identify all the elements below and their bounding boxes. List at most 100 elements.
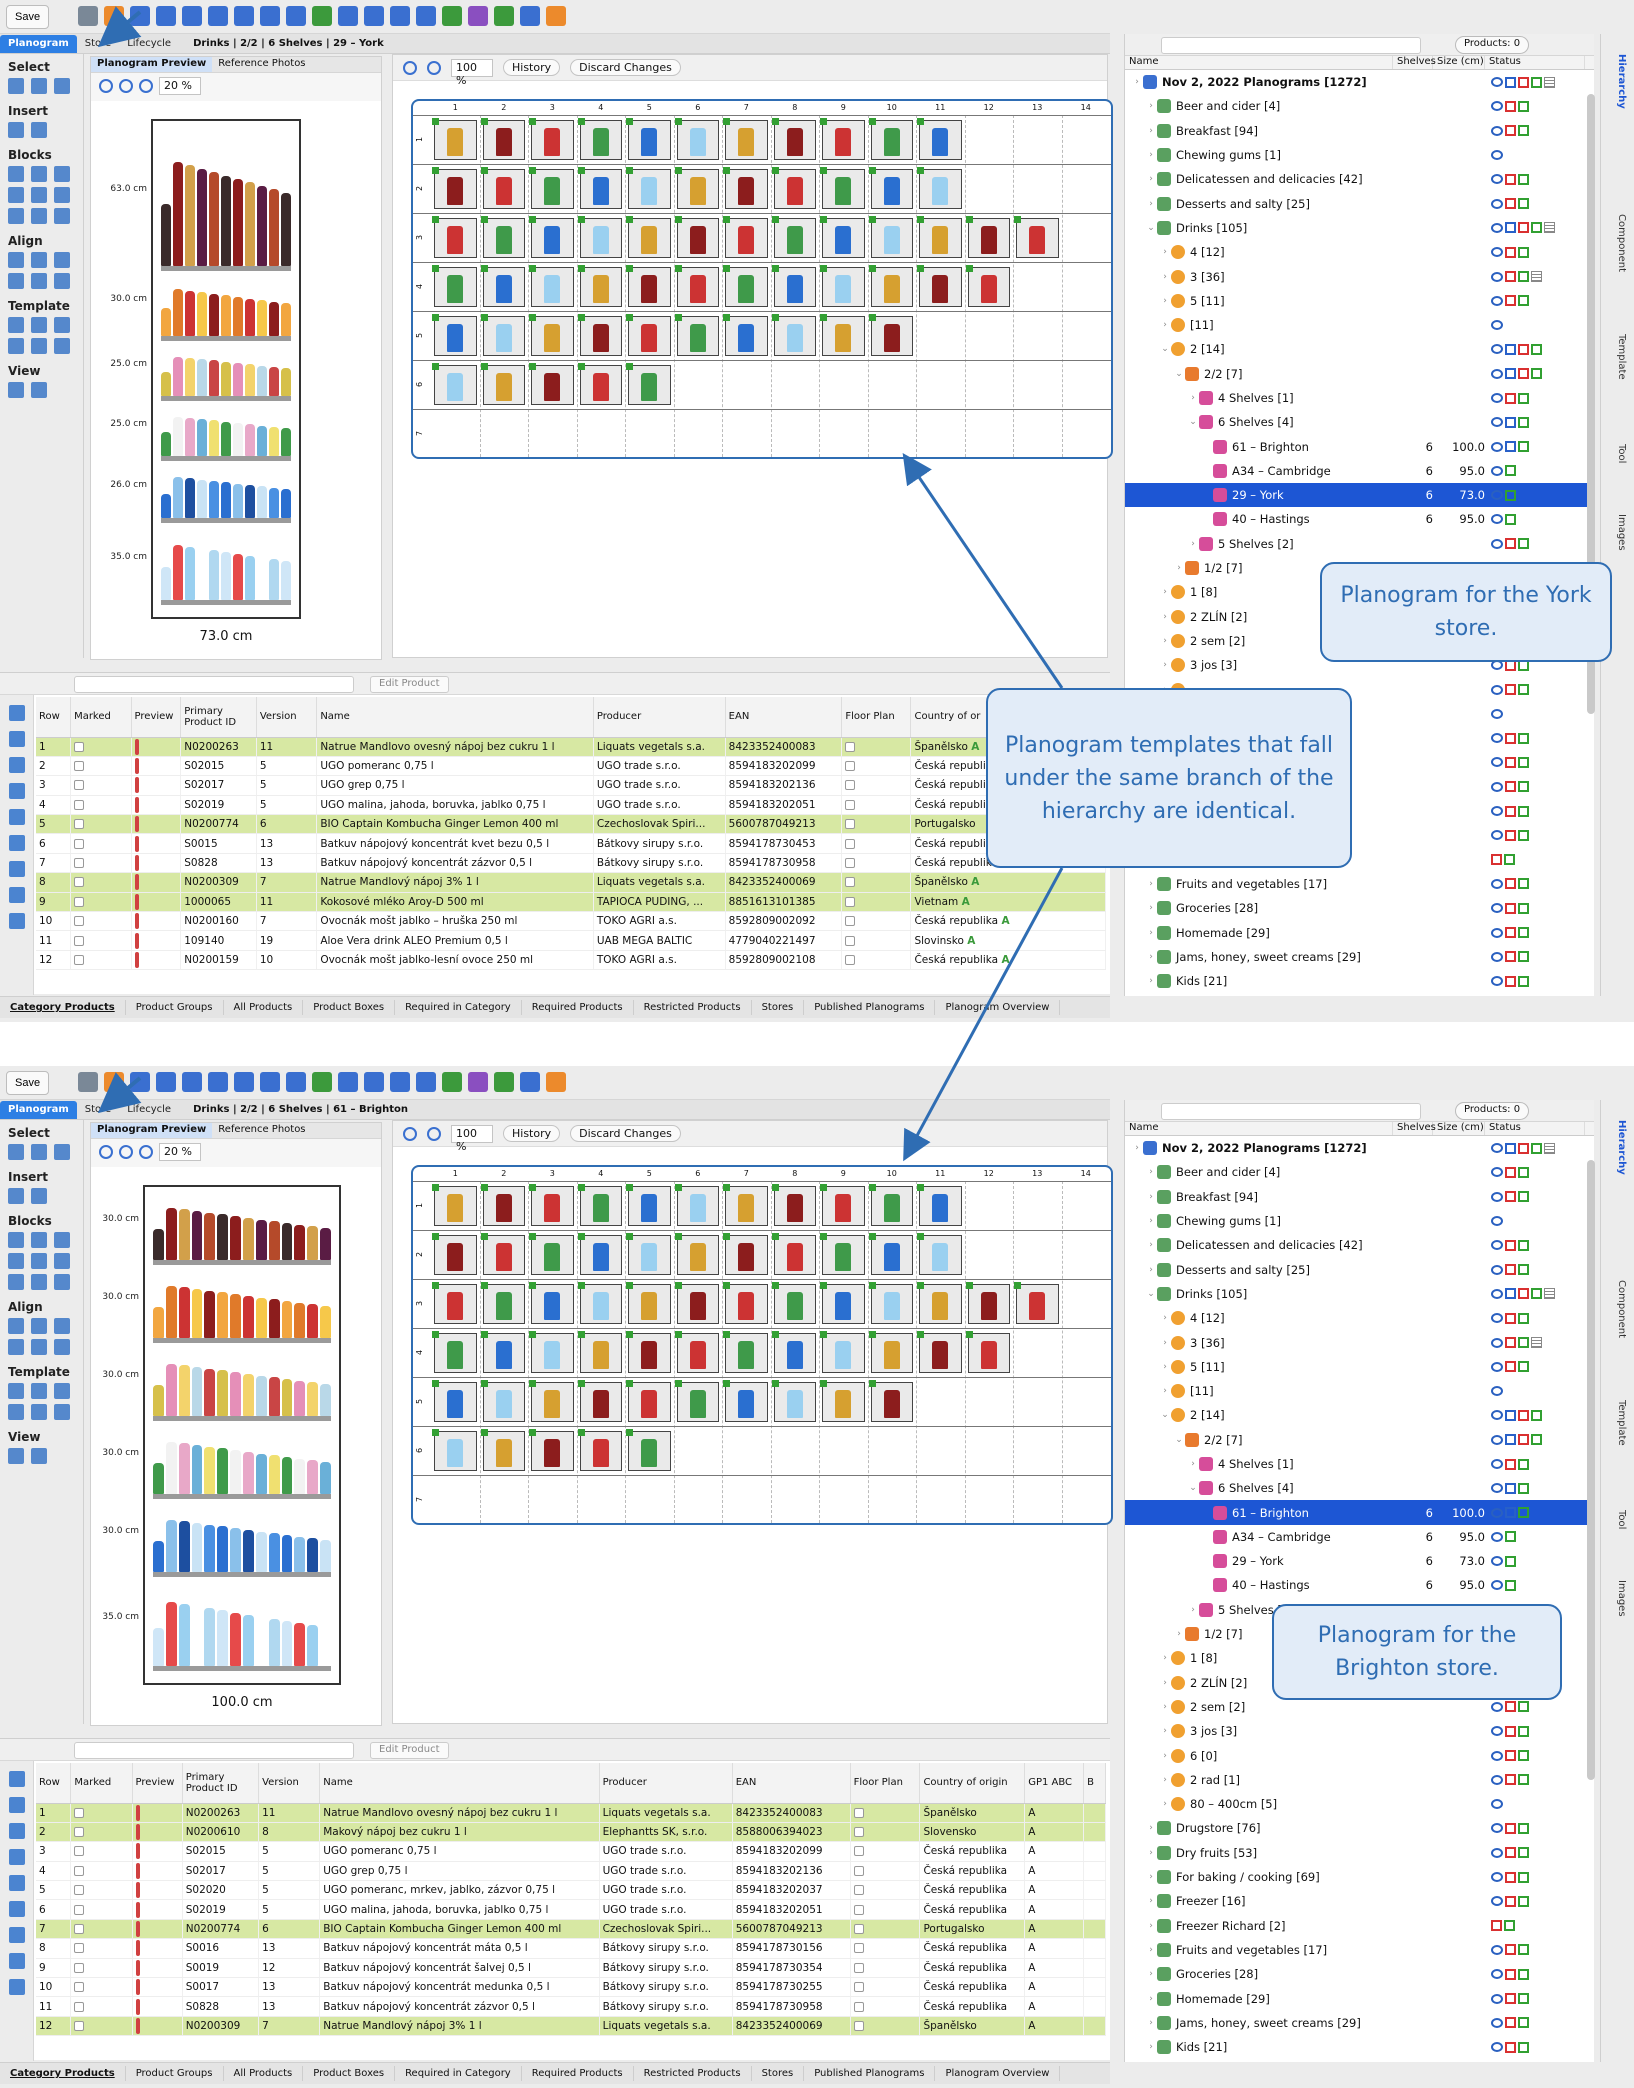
- toolbar-tool-icon[interactable]: [390, 6, 410, 26]
- floorplan-cell[interactable]: [850, 1803, 921, 1823]
- tab-planogram-preview[interactable]: Planogram Preview: [91, 1123, 213, 1138]
- floorplan-checkbox[interactable]: [853, 1865, 864, 1876]
- chevron-right-icon[interactable]: ›: [1159, 1751, 1171, 1761]
- bottom-tab[interactable]: Required in Category: [395, 2066, 522, 2081]
- products-column-header[interactable]: EAN: [732, 1763, 851, 1804]
- palette-select-tool-icon[interactable]: [54, 78, 70, 94]
- chevron-right-icon[interactable]: ›: [1145, 101, 1157, 111]
- floorplan-cell[interactable]: [850, 2016, 921, 2037]
- products-column-header[interactable]: B: [1083, 1763, 1106, 1804]
- palette-view-tool-icon[interactable]: [8, 382, 24, 398]
- tree-node[interactable]: › 80 – 400cm [5]: [1125, 1792, 1594, 1816]
- marked-checkbox[interactable]: [74, 799, 85, 810]
- marked-checkbox[interactable]: [74, 858, 85, 869]
- floorplan-cell[interactable]: [850, 1919, 921, 1940]
- chevron-down-icon[interactable]: ⌄: [1173, 369, 1185, 379]
- grid-product-slot[interactable]: [822, 316, 865, 356]
- grid-product-slot[interactable]: [579, 1186, 622, 1226]
- tab-lifecycle[interactable]: Lifecycle: [119, 1101, 179, 1119]
- chevron-down-icon[interactable]: ⌄: [1173, 1435, 1185, 1445]
- table-row[interactable]: 9 1000065 11 Kokosové mléko Aroy-D 500 ml TA…: [36, 892, 1106, 913]
- grid-product-slot[interactable]: [482, 267, 525, 307]
- table-row[interactable]: 11 S0828 13 Batkuv nápojový koncentrát zázv…: [36, 1996, 1106, 2017]
- palette-blocks-tool-icon[interactable]: [54, 166, 70, 182]
- palette-blocks-tool-icon[interactable]: [31, 187, 47, 203]
- product-side-tool-icon[interactable]: [8, 1875, 25, 1891]
- palette-insert-tool-icon[interactable]: [8, 122, 24, 138]
- editor-zoom-out-icon[interactable]: [427, 60, 441, 75]
- chevron-right-icon[interactable]: ›: [1173, 563, 1185, 573]
- grid-product-slot[interactable]: [725, 1284, 768, 1324]
- chevron-right-icon[interactable]: ›: [1145, 1192, 1157, 1202]
- grid-product-slot[interactable]: [531, 169, 574, 209]
- toolbar-tool-icon[interactable]: [468, 6, 488, 26]
- tree-node[interactable]: › Freezer [16]: [1125, 1889, 1594, 1913]
- tree-node[interactable]: › Desserts and salty [25]: [1125, 191, 1594, 215]
- palette-template-tool-icon[interactable]: [54, 1404, 70, 1420]
- chevron-right-icon[interactable]: ›: [1159, 1653, 1171, 1663]
- tree-node[interactable]: › Nov 2, 2022 Planograms [1272]: [1125, 70, 1594, 94]
- preview-zoom-field[interactable]: 20 %: [159, 1143, 201, 1161]
- tree-node[interactable]: › Homemade [29]: [1125, 920, 1594, 944]
- tree-node[interactable]: › Homemade [29]: [1125, 1986, 1594, 2010]
- hierarchy-column-header[interactable]: Size (cm): [1433, 1122, 1485, 1135]
- chevron-right-icon[interactable]: ›: [1145, 879, 1157, 889]
- grid-product-slot[interactable]: [531, 1333, 574, 1373]
- grid-product-slot[interactable]: [919, 1186, 962, 1226]
- discard-changes-button[interactable]: Discard Changes: [570, 1125, 681, 1142]
- table-row[interactable]: 1 N0200263 11 Natrue Mandlovo ovesný nápoj …: [36, 737, 1106, 757]
- products-column-header[interactable]: Preview: [131, 697, 182, 738]
- grid-product-slot[interactable]: [919, 1333, 962, 1373]
- grid-product-slot[interactable]: [822, 218, 865, 258]
- palette-template-tool-icon[interactable]: [31, 1404, 47, 1420]
- products-column-header[interactable]: Row: [36, 697, 72, 738]
- floorplan-checkbox[interactable]: [845, 954, 856, 965]
- marked-cell[interactable]: [70, 892, 132, 913]
- tree-node[interactable]: › [11]: [1125, 1379, 1594, 1403]
- grid-product-slot[interactable]: [482, 316, 525, 356]
- chevron-right-icon[interactable]: ›: [1187, 1459, 1199, 1469]
- floorplan-cell[interactable]: [841, 950, 912, 971]
- palette-template-tool-icon[interactable]: [31, 338, 47, 354]
- floorplan-checkbox[interactable]: [853, 1807, 864, 1818]
- tree-node[interactable]: 29 – York 6 73.0: [1125, 483, 1594, 508]
- grid-product-slot[interactable]: [531, 1235, 574, 1275]
- grid-product-slot[interactable]: [434, 169, 477, 209]
- bottom-tab[interactable]: Stores: [752, 2066, 805, 2081]
- chevron-right-icon[interactable]: ›: [1145, 976, 1157, 986]
- marked-cell[interactable]: [70, 2016, 133, 2037]
- grid-product-slot[interactable]: [870, 267, 913, 307]
- table-row[interactable]: 11 109140 19 Aloe Vera drink ALEO Premium 0…: [36, 930, 1106, 951]
- grid-product-slot[interactable]: [434, 1333, 477, 1373]
- palette-align-tool-icon[interactable]: [31, 273, 47, 289]
- tree-node[interactable]: › Drugstore [76]: [1125, 1816, 1594, 1840]
- grid-product-slot[interactable]: [773, 1186, 816, 1226]
- palette-blocks-tool-icon[interactable]: [31, 208, 47, 224]
- floorplan-cell[interactable]: [841, 795, 912, 816]
- tab-planogram-preview[interactable]: Planogram Preview: [91, 57, 213, 72]
- marked-checkbox[interactable]: [74, 935, 85, 946]
- marked-checkbox[interactable]: [74, 1846, 85, 1857]
- floorplan-cell[interactable]: [850, 1861, 921, 1882]
- toolbar-tool-icon[interactable]: [442, 1072, 462, 1092]
- hierarchy-scrollbar[interactable]: [1587, 1160, 1595, 1780]
- tree-node[interactable]: › For baking / cooking [69]: [1125, 1865, 1594, 1889]
- toolbar-tool-icon[interactable]: [78, 1072, 98, 1092]
- tree-node[interactable]: 40 – Hastings 6 95.0: [1125, 1573, 1594, 1597]
- tree-node[interactable]: A34 – Cambridge 6 95.0: [1125, 1525, 1594, 1549]
- tab-store[interactable]: Store: [77, 35, 119, 53]
- palette-view-tool-icon[interactable]: [31, 1448, 47, 1464]
- tree-node[interactable]: ⌄ Drinks [105]: [1125, 1282, 1594, 1306]
- palette-insert-tool-icon[interactable]: [8, 1188, 24, 1204]
- grid-product-slot[interactable]: [676, 169, 719, 209]
- vertical-tab[interactable]: Component: [1607, 214, 1627, 272]
- palette-template-tool-icon[interactable]: [54, 317, 70, 333]
- tree-node[interactable]: › 4 Shelves [1]: [1125, 386, 1594, 410]
- chevron-right-icon[interactable]: ›: [1159, 587, 1171, 597]
- grid-product-slot[interactable]: [579, 1382, 622, 1422]
- zoom-in-icon[interactable]: [99, 79, 113, 93]
- marked-cell[interactable]: [70, 833, 132, 854]
- floorplan-checkbox[interactable]: [853, 2001, 864, 2012]
- table-row[interactable]: 1 N0200263 11 Natrue Mandlovo ovesný nápoj …: [36, 1803, 1106, 1823]
- grid-product-slot[interactable]: [725, 1333, 768, 1373]
